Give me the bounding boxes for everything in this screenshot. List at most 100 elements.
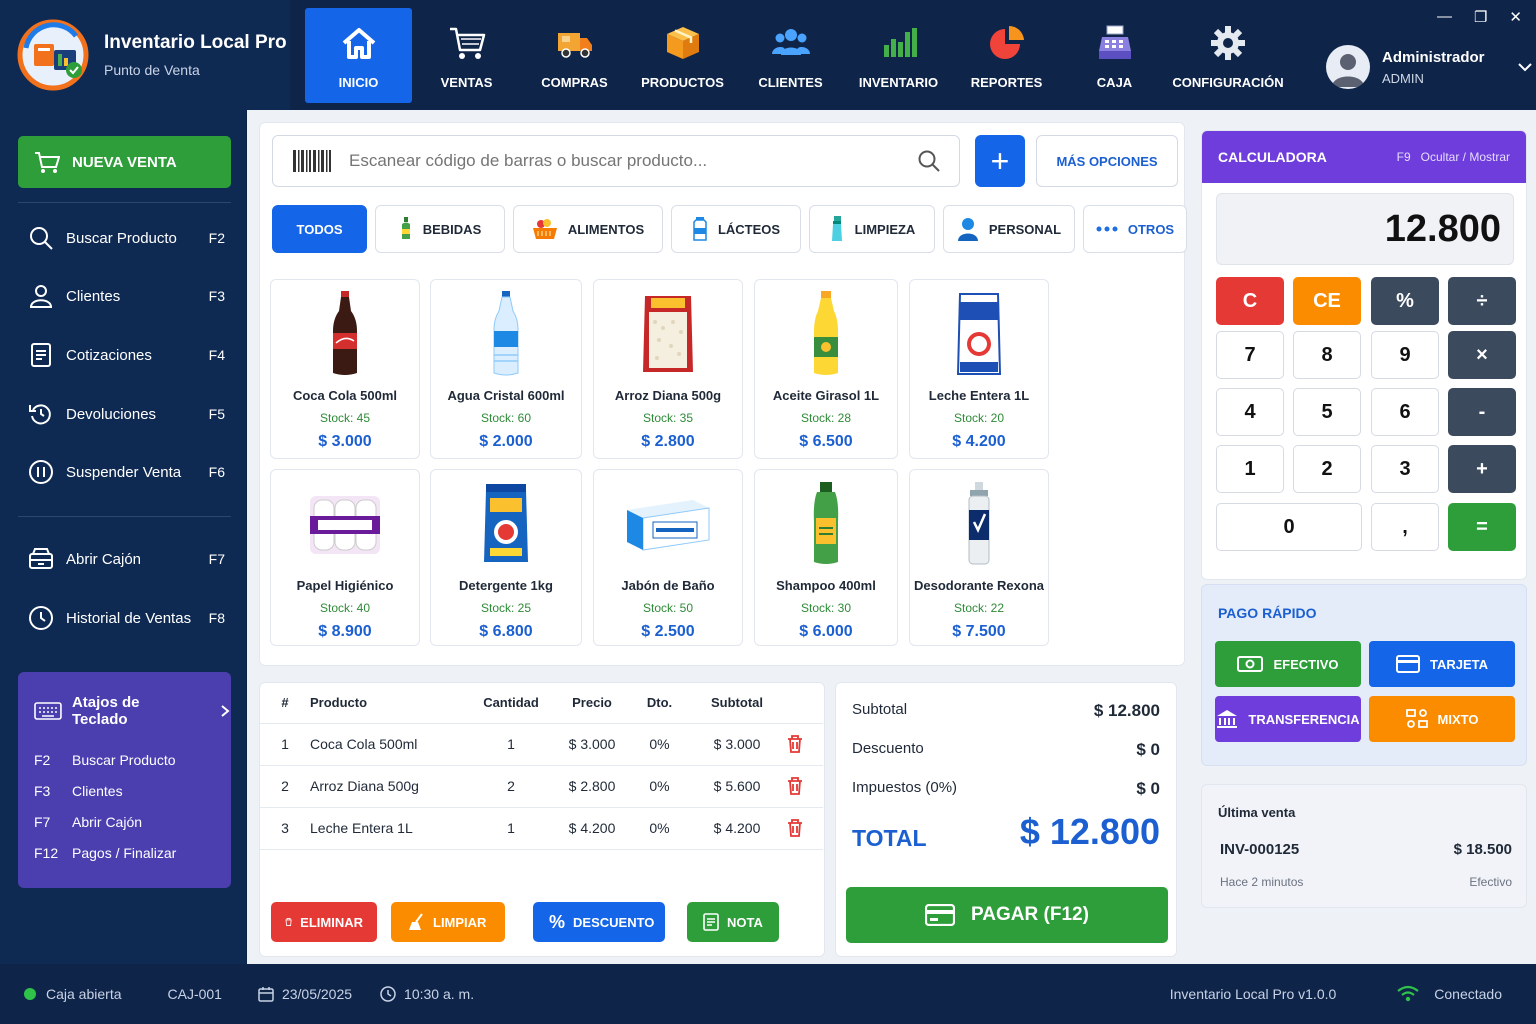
return-icon [29, 404, 51, 425]
tab-todos[interactable]: TODOS [272, 205, 367, 253]
nav-clientes[interactable]: CLIENTES [737, 8, 844, 103]
close-button[interactable]: ✕ [1509, 8, 1522, 26]
nav-productos[interactable]: PRODUCTOS [629, 8, 736, 103]
nav-ventas[interactable]: VENTAS [413, 8, 520, 103]
cell-quantity[interactable]: 1 [470, 723, 552, 766]
keyboard-shortcuts-panel[interactable]: Atajos de Teclado F2 Buscar Producto F3 Cl… [18, 672, 231, 888]
search-box[interactable] [272, 135, 960, 187]
note-button[interactable]: NOTA [687, 902, 779, 942]
calc-key-minus[interactable]: - [1448, 388, 1516, 436]
calc-key-clear[interactable]: C [1216, 277, 1284, 325]
calc-key-8[interactable]: 8 [1293, 331, 1361, 379]
product-card[interactable]: Detergente 1kg Stock: 25 $ 6.800 [430, 469, 582, 646]
tab-lacteos[interactable]: LÁCTEOS [671, 205, 801, 253]
nav-inventario[interactable]: INVENTARIO [845, 8, 952, 103]
calc-key-6[interactable]: 6 [1371, 388, 1439, 436]
product-card[interactable]: Leche Entera 1L Stock: 20 $ 4.200 [909, 279, 1049, 459]
clear-label: LIMPIAR [433, 914, 487, 930]
calc-key-percent[interactable]: % [1371, 277, 1439, 325]
more-options-button[interactable]: MÁS OPCIONES [1036, 135, 1178, 187]
sidebar-item-clientes[interactable]: Clientes F3 [18, 276, 231, 316]
discount-button[interactable]: % DESCUENTO [533, 902, 665, 942]
tab-personal[interactable]: PERSONAL [943, 205, 1075, 253]
cell-product: Arroz Diana 500g [310, 765, 470, 808]
calc-key-1[interactable]: 1 [1216, 445, 1284, 493]
card-button[interactable]: TARJETA [1369, 641, 1515, 687]
product-card[interactable]: Papel Higiénico Stock: 40 $ 8.900 [270, 469, 420, 646]
calc-key-9[interactable]: 9 [1371, 331, 1439, 379]
product-price: $ 8.900 [318, 623, 372, 640]
nav-configuracion[interactable]: CONFIGURACIÓN [1169, 8, 1287, 103]
product-card[interactable]: Shampoo 400ml Stock: 30 $ 6.000 [754, 469, 898, 646]
main-area: + MÁS OPCIONES TODOS BEBIDAS ALIMENTOS L… [247, 110, 1536, 964]
product-stock: Stock: 50 [642, 601, 694, 615]
nav-caja[interactable]: CAJA [1061, 8, 1168, 103]
cell-discount: 0% [632, 765, 687, 808]
cell-subtotal: $ 3.000 [687, 723, 787, 766]
calc-key-0[interactable]: 0 [1216, 503, 1362, 551]
sidebar-item-suspender-venta[interactable]: Suspender Venta F6 [18, 452, 231, 492]
tab-limpieza[interactable]: LIMPIEZA [809, 205, 935, 253]
cell-discount: 0% [632, 807, 687, 850]
product-card[interactable]: Jabón de Baño Stock: 50 $ 2.500 [593, 469, 743, 646]
calc-key-equals[interactable]: = [1448, 503, 1516, 551]
transfer-button[interactable]: TRANSFERENCIA [1215, 696, 1361, 742]
cell-quantity[interactable]: 2 [470, 765, 552, 808]
person-icon [957, 218, 978, 241]
sidebar-item-buscar-producto[interactable]: Buscar Producto F2 [18, 218, 231, 258]
calculator-toggle[interactable]: F9 Ocultar / Mostrar [1397, 150, 1510, 164]
cell-quantity[interactable]: 1 [470, 807, 552, 850]
calc-key-plus[interactable]: + [1448, 445, 1516, 493]
sidebar-item-cotizaciones[interactable]: Cotizaciones F4 [18, 335, 231, 375]
delete-row-button[interactable] [787, 723, 823, 766]
product-card[interactable]: Coca Cola 500ml Stock: 45 $ 3.000 [270, 279, 420, 459]
product-image [431, 288, 581, 380]
calc-key-multiply[interactable]: × [1448, 331, 1516, 379]
calc-key-2[interactable]: 2 [1293, 445, 1361, 493]
nav-inicio[interactable]: INICIO [305, 8, 412, 103]
product-image [431, 478, 581, 570]
tab-otros[interactable]: OTROS [1083, 205, 1187, 253]
product-card[interactable]: Desodorante Rexona Stock: 22 $ 7.500 [909, 469, 1049, 646]
table-row[interactable]: 2 Arroz Diana 500g 2 $ 2.800 0% $ 5.600 [260, 765, 823, 808]
search-icon[interactable] [917, 149, 941, 173]
product-card[interactable]: Arroz Diana 500g Stock: 35 $ 2.800 [593, 279, 743, 459]
delete-row-button[interactable] [787, 807, 823, 850]
delete-row-button[interactable] [787, 765, 823, 808]
calc-key-divide[interactable]: ÷ [1448, 277, 1516, 325]
minimize-button[interactable]: — [1437, 8, 1452, 26]
calc-key-4[interactable]: 4 [1216, 388, 1284, 436]
product-card[interactable]: Agua Cristal 600ml Stock: 60 $ 2.000 [430, 279, 582, 459]
pay-button[interactable]: PAGAR (F12) [846, 887, 1168, 943]
status-dot-icon [24, 988, 36, 1000]
user-menu[interactable]: Administrador ADMIN [1326, 45, 1533, 89]
mixed-button[interactable]: MIXTO [1369, 696, 1515, 742]
new-sale-button[interactable]: NUEVA VENTA [18, 136, 231, 188]
shortcut-label: Buscar Producto [72, 751, 176, 768]
nav-reportes[interactable]: REPORTES [953, 8, 1060, 103]
calc-key-comma[interactable]: , [1371, 503, 1439, 551]
calc-key-5[interactable]: 5 [1293, 388, 1361, 436]
cash-button[interactable]: EFECTIVO [1215, 641, 1361, 687]
sidebar-item-historial-ventas[interactable]: Historial de Ventas F8 [18, 598, 231, 638]
sidebar-item-devoluciones[interactable]: Devoluciones F5 [18, 394, 231, 434]
calc-key-7[interactable]: 7 [1216, 331, 1284, 379]
calc-key-clear-entry[interactable]: CE [1293, 277, 1361, 325]
clear-button[interactable]: LIMPIAR [391, 902, 505, 942]
tab-alimentos[interactable]: ALIMENTOS [513, 205, 663, 253]
table-row[interactable]: 3 Leche Entera 1L 1 $ 4.200 0% $ 4.200 [260, 807, 823, 850]
nav-label: INVENTARIO [858, 75, 939, 90]
sidebar-item-abrir-cajon[interactable]: Abrir Cajón F7 [18, 539, 231, 579]
product-name: Shampoo 400ml [776, 578, 876, 593]
product-card[interactable]: Aceite Girasol 1L Stock: 28 $ 6.500 [754, 279, 898, 459]
table-row[interactable]: 1 Coca Cola 500ml 1 $ 3.000 0% $ 3.000 [260, 723, 823, 766]
delete-button[interactable]: ELIMINAR [271, 902, 377, 942]
app-title: Inventario Local Pro [104, 32, 287, 53]
nav-compras[interactable]: COMPRAS [521, 8, 628, 103]
last-sale-invoice[interactable]: INV-000125 [1220, 841, 1299, 858]
add-product-button[interactable]: + [975, 135, 1025, 187]
search-input[interactable] [349, 151, 917, 171]
tab-bebidas[interactable]: BEBIDAS [375, 205, 505, 253]
restore-button[interactable]: ❐ [1474, 8, 1487, 26]
calc-key-3[interactable]: 3 [1371, 445, 1439, 493]
